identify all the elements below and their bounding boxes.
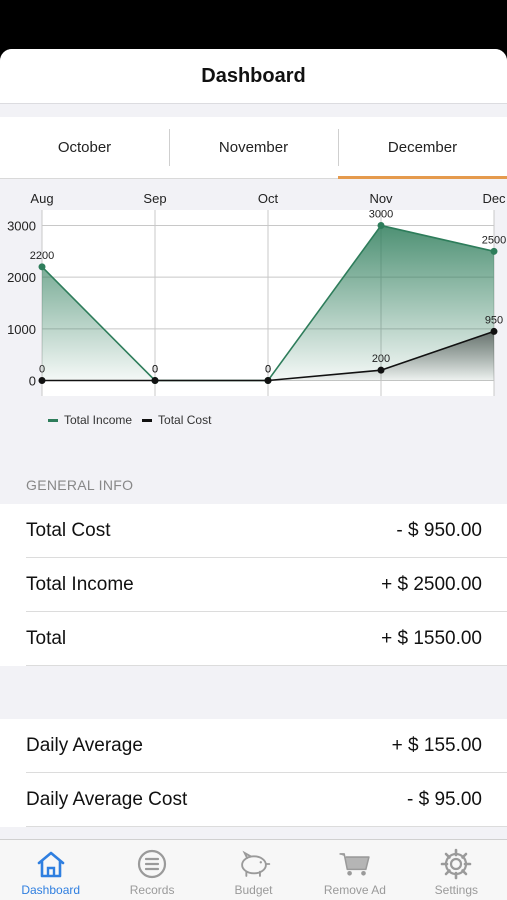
data-label: 2500 [482, 234, 506, 246]
legend-swatch-income [48, 418, 58, 422]
data-point [490, 327, 498, 335]
list-icon [135, 847, 169, 881]
list-item-daily-average: Daily Average + $ 155.00 [0, 719, 507, 773]
chart-svg: 0100020003000Aug Sep Oct Nov Dec22000 0300025… [7, 191, 506, 396]
legend-label-income: Total Income [64, 413, 133, 427]
data-label: 200 [372, 353, 390, 365]
segment-label: November [218, 139, 289, 156]
tab-label: Remove Ad [323, 883, 386, 897]
tab-bar: Dashboard Records Budget Remove Ad Setti… [0, 839, 507, 900]
list-item-total-cost: Total Cost - $ 950.00 [0, 504, 507, 558]
legend-item-cost: Total Cost [142, 413, 211, 427]
page-title: Dashboard [201, 64, 306, 87]
row-label: Daily Average [26, 735, 143, 756]
y-tick-label: 3000 [7, 219, 36, 234]
income-cost-chart: 0 1000 2000 3000 Aug Sep Oct Nov Dec 2200 0 0 3000 25… [0, 180, 507, 500]
list-item-total: Total + $ 1550.00 [0, 612, 507, 666]
row-value: + $ 1550.00 [381, 628, 482, 649]
tab-label: Budget [234, 883, 273, 897]
data-point [490, 247, 498, 255]
data-label: 0 [152, 364, 158, 376]
tab-records[interactable]: Records [101, 840, 202, 900]
tab-budget[interactable]: Budget [203, 840, 304, 900]
y-tick-label: 1000 [7, 322, 36, 337]
row-label: Total [26, 628, 67, 649]
row-value: + $ 2500.00 [381, 574, 482, 595]
segment-november[interactable]: November [169, 117, 338, 178]
tab-label: Records [129, 883, 175, 897]
data-label: 950 [485, 314, 503, 326]
row-value: - $ 950.00 [396, 520, 482, 541]
data-label: 0 [265, 364, 271, 376]
list-item-daily-average-cost: Daily Average Cost - $ 95.00 [0, 773, 507, 827]
legend-label-cost: Total Cost [158, 413, 212, 427]
averages-list: Daily Average + $ 155.00 Daily Average C… [0, 719, 507, 827]
segment-label: December [387, 139, 458, 156]
legend-swatch-cost [142, 418, 153, 422]
row-label: Daily Average Cost [26, 789, 188, 810]
data-point [377, 366, 385, 374]
data-label: 2200 [30, 250, 54, 262]
tab-dashboard[interactable]: Dashboard [0, 840, 101, 900]
tab-remove-ad[interactable]: Remove Ad [304, 840, 405, 900]
tab-label: Dashboard [21, 883, 81, 897]
data-point [38, 377, 46, 384]
x-tick-label: Dec [482, 191, 506, 206]
tab-label: Settings [434, 883, 478, 897]
home-icon [34, 847, 68, 881]
row-label: Total Income [26, 574, 134, 595]
month-segmented-control: October November December [0, 117, 507, 179]
x-tick-label: Sep [143, 191, 166, 206]
data-point [151, 377, 159, 384]
general-info-header: GENERAL INFO [26, 477, 134, 493]
x-tick-label: Aug [30, 191, 53, 206]
piggy-bank-icon [237, 847, 271, 881]
row-label: Total Cost [26, 520, 111, 541]
chart-legend: Total Income Total Cost [48, 413, 211, 427]
data-label: 0 [39, 364, 45, 376]
data-label: 3000 [369, 209, 393, 221]
general-info-list: Total Cost - $ 950.00 Total Income + $ 2… [0, 504, 507, 666]
list-item-total-income: Total Income + $ 2500.00 [0, 558, 507, 612]
data-point [38, 263, 46, 271]
row-value: - $ 95.00 [407, 789, 482, 810]
legend-item-income: Total Income [48, 413, 132, 427]
tab-settings[interactable]: Settings [406, 840, 507, 900]
segment-december[interactable]: December [338, 117, 507, 179]
y-tick-label: 0 [29, 374, 36, 389]
gear-icon [439, 847, 473, 881]
data-point [377, 222, 385, 229]
data-point [264, 377, 272, 384]
cart-icon [338, 847, 372, 881]
navigation-bar: Dashboard [0, 49, 507, 104]
segment-october[interactable]: October [0, 117, 169, 178]
x-tick-label: Oct [258, 191, 279, 206]
row-value: + $ 155.00 [391, 735, 482, 756]
x-tick-label: Nov [369, 191, 393, 206]
y-tick-label: 2000 [7, 270, 36, 285]
segment-label: October [57, 139, 112, 156]
